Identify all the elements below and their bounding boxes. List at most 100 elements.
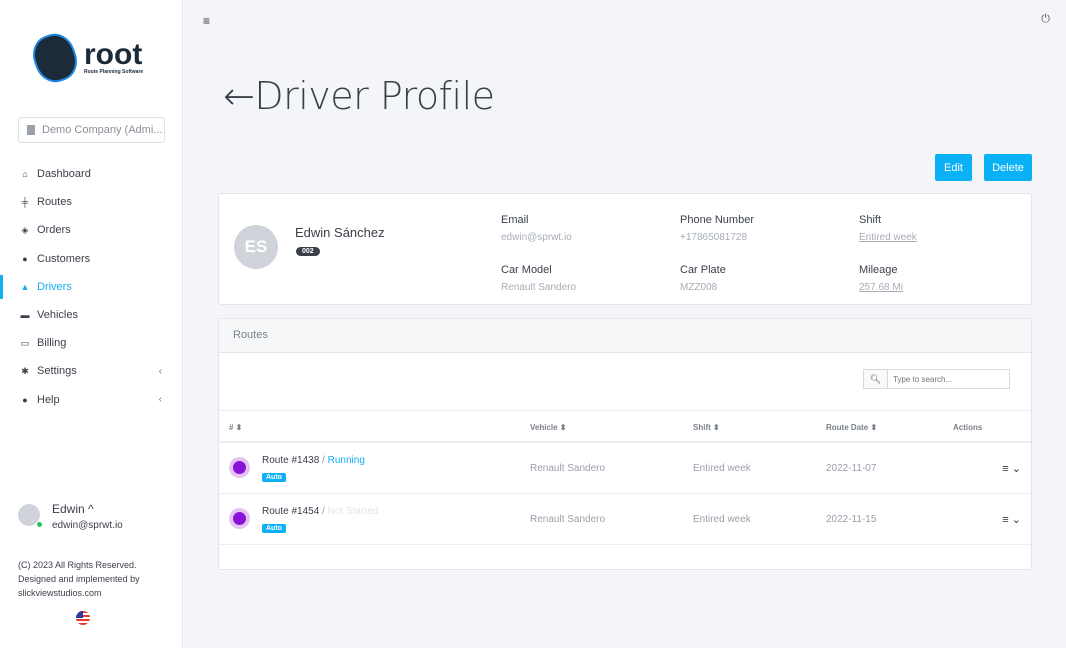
credit-line: Designed and implemented by (18, 574, 140, 584)
search-icon[interactable]: 🔍︎ (863, 369, 887, 389)
route-icon (229, 508, 250, 529)
footer-text: (C) 2023 All Rights Reserved. Designed a… (18, 558, 178, 600)
search-box: 🔍︎ (863, 369, 1010, 389)
field-value[interactable]: 257.68 Mi (859, 282, 903, 293)
separator: / (319, 506, 328, 517)
route-status: Not Started (327, 506, 379, 517)
route-icon (229, 457, 250, 478)
sidebar-item-label: Billing (37, 337, 67, 350)
table-row: Route #1454 / Not Started Auto Renault S… (219, 494, 1031, 545)
company-selector[interactable]: Demo Company (Admi... (18, 117, 165, 143)
sidebar-item-drivers[interactable]: ▲ Drivers (0, 273, 182, 301)
profile-field: Car Plate MZZ008 (680, 264, 726, 293)
vehicle-cell: Renault Sandero (530, 463, 606, 474)
routes-card-title: Routes (219, 319, 1031, 353)
sidebar-item-customers[interactable]: ● Customers (0, 245, 182, 273)
signpost-icon: ╪ (21, 197, 29, 208)
user-name: Edwin (52, 502, 85, 516)
building-icon (27, 125, 35, 135)
us-flag-icon[interactable] (76, 611, 90, 625)
field-label: Email (501, 214, 529, 226)
driver-avatar: ES (234, 225, 278, 269)
logo[interactable]: root Route Planning Software (27, 28, 143, 88)
driver-name: Edwin Sánchez (295, 225, 385, 240)
field-label: Shift (859, 214, 882, 226)
question-circle-icon: ● (22, 394, 28, 405)
sidebar: root Route Planning Software Demo Compan… (0, 0, 183, 648)
avatar (18, 504, 43, 528)
car-icon: ▬ (20, 310, 30, 321)
page-title-text: Driver Profile (254, 74, 495, 118)
driver-id-badge: 002 (296, 247, 320, 256)
route-status: Running (327, 455, 365, 466)
chevron-left-icon: ‹ (158, 394, 162, 406)
profile-field: Car Model Renault Sandero (501, 264, 576, 293)
sidebar-item-orders[interactable]: ◈ Orders (0, 216, 182, 244)
field-value: MZZ008 (680, 282, 718, 293)
table-header: # ⬍ Vehicle ⬍ Shift ⬍ Route Date ⬍ Actions (219, 410, 1031, 443)
box-icon: ◈ (21, 224, 29, 235)
sidebar-item-routes[interactable]: ╪ Routes (0, 188, 182, 216)
actions-menu-icon[interactable]: ≡ ⌄ (1002, 513, 1021, 526)
sidebar-item-vehicles[interactable]: ▬ Vehicles (0, 301, 182, 329)
online-status-dot (36, 521, 43, 528)
delete-button[interactable]: Delete (984, 154, 1032, 181)
sidebar-item-label: Routes (37, 196, 72, 209)
hamburger-menu-icon[interactable]: ≡ (203, 14, 210, 28)
user-email: edwin@sprwt.io (52, 520, 123, 531)
map-pin-icon: ● (22, 253, 28, 264)
field-label: Car Plate (680, 264, 726, 276)
column-header[interactable]: Vehicle ⬍ (530, 423, 567, 432)
sidebar-item-billing[interactable]: ▭ Billing (0, 329, 182, 357)
sidebar-item-help[interactable]: ● Help ‹ (0, 386, 182, 414)
sidebar-item-dashboard[interactable]: ⌂ Dashboard (0, 160, 182, 188)
chevron-left-icon: ‹ (158, 365, 162, 377)
vehicle-cell: Renault Sandero (530, 514, 606, 525)
column-header[interactable]: # ⬍ (229, 423, 242, 432)
profile-field: Email edwin@sprwt.io (501, 214, 572, 243)
sidebar-item-label: Customers (37, 252, 91, 265)
home-icon: ⌂ (22, 169, 28, 180)
routes-card: Routes 🔍︎ # ⬍ Vehicle ⬍ Shift ⬍ Route Date … (218, 318, 1032, 570)
profile-field: Phone Number +17865081728 (680, 214, 754, 243)
route-date-cell: 2022-11-07 (826, 463, 877, 474)
table-row: Route #1438 / Running Auto Renault Sande… (219, 443, 1031, 494)
page-title: ←Driver Profile (223, 74, 495, 118)
logo-mark-icon (27, 28, 83, 88)
field-label: Car Model (501, 264, 552, 276)
sidebar-nav: ⌂ Dashboard ╪ Routes ◈ Orders ● Customers ▲ Drive… (0, 160, 182, 414)
column-header[interactable]: Shift ⬍ (693, 423, 720, 432)
power-icon[interactable]: ⏻ (1041, 13, 1050, 26)
actions-menu-icon[interactable]: ≡ ⌄ (1002, 462, 1021, 475)
sidebar-item-settings[interactable]: ✱ Settings ‹ (0, 357, 182, 385)
field-value: Renault Sandero (501, 282, 577, 293)
sidebar-item-label: Dashboard (37, 168, 91, 181)
route-name[interactable]: Route #1454 (262, 506, 319, 517)
user-icon: ▲ (20, 281, 30, 292)
chevron-up-icon[interactable]: ^ (88, 502, 94, 516)
field-value: +17865081728 (680, 232, 748, 243)
sidebar-item-label: Vehicles (37, 309, 78, 322)
copyright: (C) 2023 All Rights Reserved. (18, 560, 137, 570)
credit-link[interactable]: slickviewstudios.com (18, 586, 178, 600)
main-content: ≡ ⏻ ←Driver Profile Edit Delete ES Edwin… (183, 0, 1066, 648)
field-value[interactable]: Entired week (859, 232, 917, 243)
route-date-cell: 2022-11-15 (826, 514, 877, 525)
profile-field: Mileage 257.68 Mi (859, 264, 903, 293)
field-value: edwin@sprwt.io (501, 232, 572, 243)
route-name[interactable]: Route #1438 (262, 455, 319, 466)
gear-icon: ✱ (21, 365, 29, 376)
field-label: Mileage (859, 264, 898, 276)
sidebar-item-label: Help (37, 393, 60, 406)
auto-badge: Auto (262, 524, 286, 533)
auto-badge: Auto (262, 473, 286, 482)
search-input[interactable] (887, 369, 1010, 389)
company-label: Demo Company (Admi... (42, 124, 163, 136)
sidebar-item-label: Drivers (37, 280, 72, 293)
column-header: Actions (953, 423, 983, 432)
back-arrow-icon[interactable]: ← (223, 74, 255, 118)
user-menu[interactable]: Edwin ^ edwin@sprwt.io (18, 502, 123, 531)
money-icon: ▭ (20, 337, 30, 348)
column-header[interactable]: Route Date ⬍ (826, 423, 877, 432)
edit-button[interactable]: Edit (935, 154, 972, 181)
